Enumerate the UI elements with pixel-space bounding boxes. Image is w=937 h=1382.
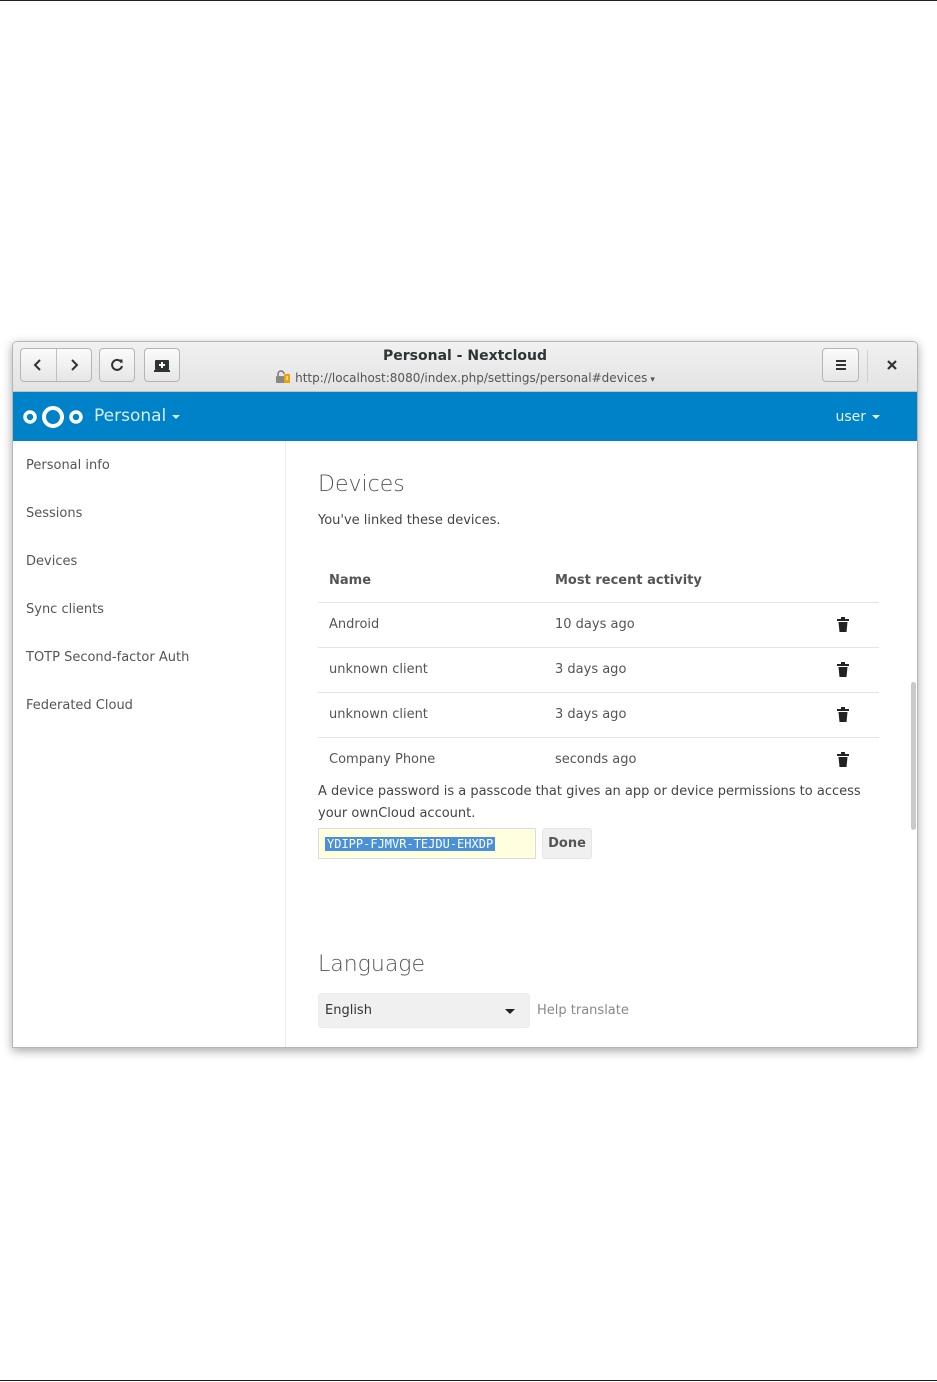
device-name: unknown client [329, 662, 428, 677]
window-title: Personal - Nextcloud [382, 348, 548, 364]
device-activity: 3 days ago [555, 707, 627, 722]
trash-icon[interactable] [837, 662, 849, 681]
language-select[interactable]: English [318, 993, 530, 1028]
device-password-note: A device password is a passcode that giv… [318, 781, 861, 825]
device-activity: seconds ago [555, 752, 637, 767]
sidebar-item-totp[interactable]: TOTP Second-factor Auth [26, 650, 189, 665]
app-menu-toggle[interactable]: Personal [94, 406, 181, 426]
table-row: unknown client 3 days ago [318, 647, 879, 692]
sidebar-item-devices[interactable]: Devices [26, 554, 77, 569]
url-dropdown-icon: ▾ [650, 375, 655, 385]
trash-icon[interactable] [837, 707, 849, 726]
titlebar-divider [867, 350, 868, 382]
device-password-value: YDIPP-FJMVR-TEJDU-EHXDP [325, 836, 496, 851]
devices-heading: Devices [318, 472, 405, 497]
nextcloud-logo[interactable] [22, 403, 86, 435]
scrollbar[interactable] [911, 682, 916, 830]
table-row: Android 10 days ago [318, 602, 879, 647]
caret-down-icon [872, 415, 880, 419]
hamburger-icon [835, 360, 846, 370]
sidebar-item-personal-info[interactable]: Personal info [26, 458, 110, 473]
device-password-field[interactable]: YDIPP-FJMVR-TEJDU-EHXDP [318, 828, 536, 859]
column-header-name: Name [329, 573, 372, 588]
title-bar: Personal - Nextcloud http://localhost:80… [13, 342, 917, 392]
browser-window: Personal - Nextcloud http://localhost:80… [12, 341, 918, 1048]
device-name: unknown client [329, 707, 428, 722]
dropdown-arrow-icon [505, 1009, 515, 1014]
insecure-lock-icon [275, 370, 291, 387]
trash-icon[interactable] [837, 752, 849, 771]
table-row: unknown client 3 days ago [318, 692, 879, 737]
device-password-note-line: your ownCloud account. [318, 806, 476, 821]
sidebar-item-sync-clients[interactable]: Sync clients [26, 602, 104, 617]
column-header-activity: Most recent activity [555, 573, 702, 588]
devices-description: You've linked these devices. [318, 513, 501, 528]
app-name: Personal [94, 406, 167, 426]
device-name: Company Phone [329, 752, 436, 767]
done-button[interactable]: Done [542, 828, 592, 859]
page-bottom-rule [0, 1380, 937, 1381]
app-header: Personal user [13, 392, 917, 441]
close-icon [887, 360, 897, 370]
device-activity: 10 days ago [555, 617, 635, 632]
language-heading: Language [318, 952, 426, 977]
device-activity: 3 days ago [555, 662, 627, 677]
device-name: Android [329, 617, 380, 632]
sidebar-item-sessions[interactable]: Sessions [26, 506, 82, 521]
device-password-note-line: A device password is a passcode that giv… [318, 784, 861, 799]
table-row: Company Phone seconds ago [318, 737, 879, 782]
settings-sidebar: Personal info Sessions Devices Sync clie… [13, 441, 286, 1047]
address-bar[interactable]: http://localhost:8080/index.php/settings… [13, 370, 917, 387]
page-top-rule [0, 0, 937, 1]
close-button[interactable] [875, 348, 909, 382]
user-menu[interactable]: user [835, 409, 880, 425]
user-name: user [835, 409, 866, 425]
trash-icon[interactable] [837, 617, 849, 636]
caret-down-icon [172, 415, 181, 419]
language-selected: English [325, 1003, 372, 1018]
url-text: http://localhost:8080/index.php/settings… [295, 371, 648, 385]
sidebar-item-federated-cloud[interactable]: Federated Cloud [26, 698, 133, 713]
help-translate-link[interactable]: Help translate [537, 1003, 629, 1018]
settings-content: Devices You've linked these devices. Nam… [286, 441, 917, 1047]
menu-button[interactable] [822, 348, 859, 382]
